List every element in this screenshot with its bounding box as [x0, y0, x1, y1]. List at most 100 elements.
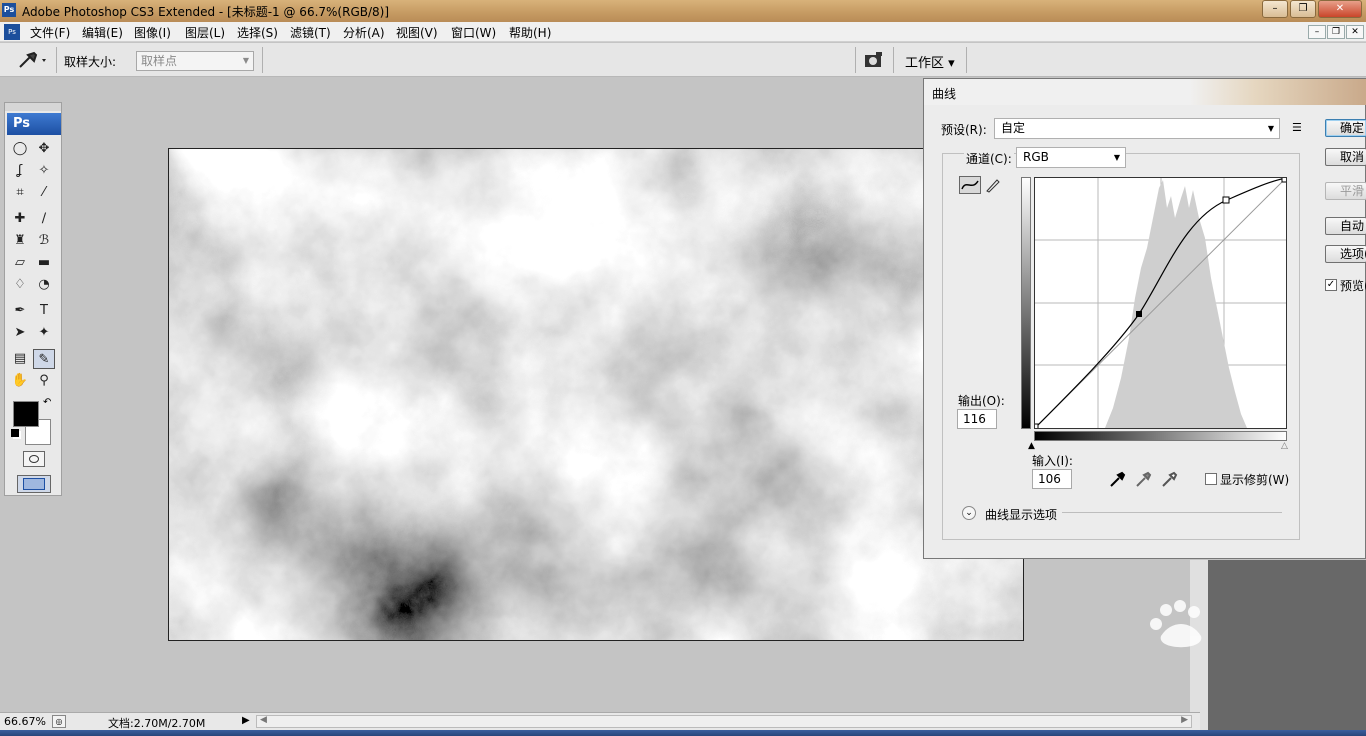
toolbox-logo: Ps	[7, 113, 61, 135]
menu-help[interactable]: 帮助(H)	[509, 24, 551, 41]
close-icon[interactable]: ✕	[1318, 0, 1362, 18]
minimize-icon[interactable]: –	[1262, 0, 1288, 18]
foreground-color-swatch[interactable]	[13, 401, 39, 427]
window-controls: – ❐ ✕	[1262, 0, 1362, 18]
options-button[interactable]: 选项(T)...	[1325, 245, 1366, 263]
lasso-icon[interactable]: ʆ	[9, 161, 31, 181]
expand-options-icon[interactable]: ⌄	[962, 506, 976, 520]
menu-edit[interactable]: 编辑(E)	[82, 24, 123, 41]
hand-icon[interactable]: ✋	[9, 371, 31, 391]
clone-stamp-icon[interactable]: ♜	[9, 231, 31, 251]
preview-icon[interactable]: ◎	[52, 715, 66, 728]
horizontal-scrollbar[interactable]: ◀ ▶	[256, 715, 1192, 728]
menu-filter[interactable]: 滤镜(T)	[290, 24, 331, 41]
separator	[56, 47, 57, 73]
menu-window[interactable]: 窗口(W)	[451, 24, 496, 41]
restore-icon[interactable]: ❐	[1290, 0, 1316, 18]
brush-icon[interactable]: ∕	[33, 209, 55, 229]
path-select-icon[interactable]: ➤	[9, 323, 31, 343]
notes-icon[interactable]: ▤	[9, 349, 31, 369]
tool-preset-picker[interactable]	[14, 49, 50, 71]
channel-select[interactable]: RGB ▼	[1016, 147, 1126, 168]
doc-close-icon[interactable]: ✕	[1346, 25, 1364, 39]
separator	[893, 47, 894, 73]
clouds-image	[169, 149, 1023, 640]
menu-image[interactable]: 图像(I)	[134, 24, 171, 41]
slice-icon[interactable]: ⁄	[33, 183, 55, 203]
document-canvas[interactable]	[168, 148, 1024, 641]
shape-icon[interactable]: ✦	[33, 323, 55, 343]
output-field[interactable]: 116	[957, 409, 997, 429]
quick-mask-icon[interactable]	[23, 451, 45, 467]
zoom-level[interactable]: 66.67%	[4, 715, 46, 728]
crop-icon[interactable]: ⌗	[9, 183, 31, 203]
doc-minimize-icon[interactable]: –	[1308, 25, 1326, 39]
document-size: 文档:2.70M/2.70M	[108, 717, 206, 730]
eyedropper-icon	[19, 51, 46, 68]
type-icon[interactable]: T	[33, 301, 55, 321]
curve-graph[interactable]	[1032, 176, 1288, 430]
menu-analysis[interactable]: 分析(A)	[343, 24, 385, 41]
window-title: Adobe Photoshop CS3 Extended - [未标题-1 @ …	[22, 5, 390, 19]
preset-label: 预设(R):	[941, 123, 987, 137]
toolbox-header[interactable]	[5, 103, 61, 111]
dodge-icon[interactable]: ◔	[33, 275, 55, 295]
output-gradient-bar	[1021, 177, 1031, 429]
white-point-slider-icon[interactable]: △	[1281, 441, 1288, 451]
healing-brush-icon[interactable]: ✚	[9, 209, 31, 229]
gradient-icon[interactable]: ▬	[33, 253, 55, 273]
workspace-button[interactable]: 工作区 ▾	[905, 52, 955, 71]
menu-view[interactable]: 视图(V)	[396, 24, 438, 41]
baidu-watermark-logo	[1046, 596, 1291, 706]
black-point-slider-icon[interactable]: ▲	[1028, 441, 1035, 451]
status-menu-arrow-icon[interactable]: ▶	[242, 715, 250, 726]
menu-bar: Ps 文件(F) 编辑(E) 图像(I) 图层(L) 选择(S) 滤镜(T) 分…	[0, 22, 1366, 42]
preview-checkbox[interactable]: ✓	[1325, 279, 1337, 291]
swap-colors-icon[interactable]: ↶	[43, 397, 51, 408]
curve-display-options-label[interactable]: 曲线显示选项	[985, 506, 1057, 523]
pen-icon[interactable]: ✒	[9, 301, 31, 321]
status-bar: 66.67% ◎ 文档:2.70M/2.70M ▶ ◀ ▶	[0, 712, 1200, 730]
document-icon[interactable]: Ps	[4, 24, 20, 40]
preset-options-icon[interactable]: ☰	[1292, 121, 1302, 134]
show-clipping-checkbox[interactable]	[1205, 473, 1217, 485]
zoom-icon[interactable]: ⚲	[33, 371, 55, 391]
menu-select[interactable]: 选择(S)	[237, 24, 278, 41]
auto-button[interactable]: 自动	[1325, 217, 1366, 235]
histogram	[1105, 180, 1247, 428]
gray-eyedropper-icon[interactable]	[1134, 471, 1152, 489]
channel-value: RGB	[1023, 150, 1049, 164]
screen-mode-icon[interactable]	[17, 475, 51, 493]
input-label: 输入(I):	[1032, 454, 1073, 468]
blur-icon[interactable]: ♢	[9, 275, 31, 295]
ok-button[interactable]: 确定	[1325, 119, 1366, 137]
default-colors-icon[interactable]	[11, 429, 19, 437]
doc-restore-icon[interactable]: ❐	[1327, 25, 1345, 39]
chevron-down-icon: ▼	[242, 56, 249, 65]
pencil-icon[interactable]	[984, 176, 1002, 194]
chevron-down-icon: ▼	[1113, 153, 1120, 162]
preset-select[interactable]: 自定 ▼	[994, 118, 1280, 139]
curve-point	[1136, 311, 1142, 317]
bridge-icon[interactable]	[862, 50, 886, 70]
menu-layer[interactable]: 图层(L)	[185, 24, 225, 41]
move-icon[interactable]: ✥	[33, 139, 55, 159]
smooth-button[interactable]: 平滑	[1325, 182, 1366, 200]
dialog-title-bar[interactable]: 曲线	[924, 79, 1366, 105]
marquee-icon[interactable]: ◯	[9, 139, 31, 159]
eraser-icon[interactable]: ▱	[9, 253, 31, 273]
cancel-button[interactable]: 取消	[1325, 148, 1366, 166]
history-brush-icon[interactable]: ℬ	[33, 231, 55, 251]
menu-file[interactable]: 文件(F)	[30, 24, 70, 41]
curve-point-tool-icon[interactable]	[959, 176, 981, 194]
dialog-title: 曲线	[932, 87, 957, 101]
curve-point	[1222, 196, 1230, 204]
sample-size-select[interactable]: 取样点 ▼	[136, 51, 254, 71]
white-eyedropper-icon[interactable]	[1160, 471, 1178, 489]
separator	[966, 47, 967, 73]
eyedropper-tool-icon[interactable]: ✎	[33, 349, 55, 369]
black-eyedropper-icon[interactable]	[1108, 471, 1126, 489]
input-field[interactable]: 106	[1032, 469, 1072, 489]
magic-wand-icon[interactable]: ✧	[33, 161, 55, 181]
sample-size-label: 取样大小:	[64, 55, 117, 69]
